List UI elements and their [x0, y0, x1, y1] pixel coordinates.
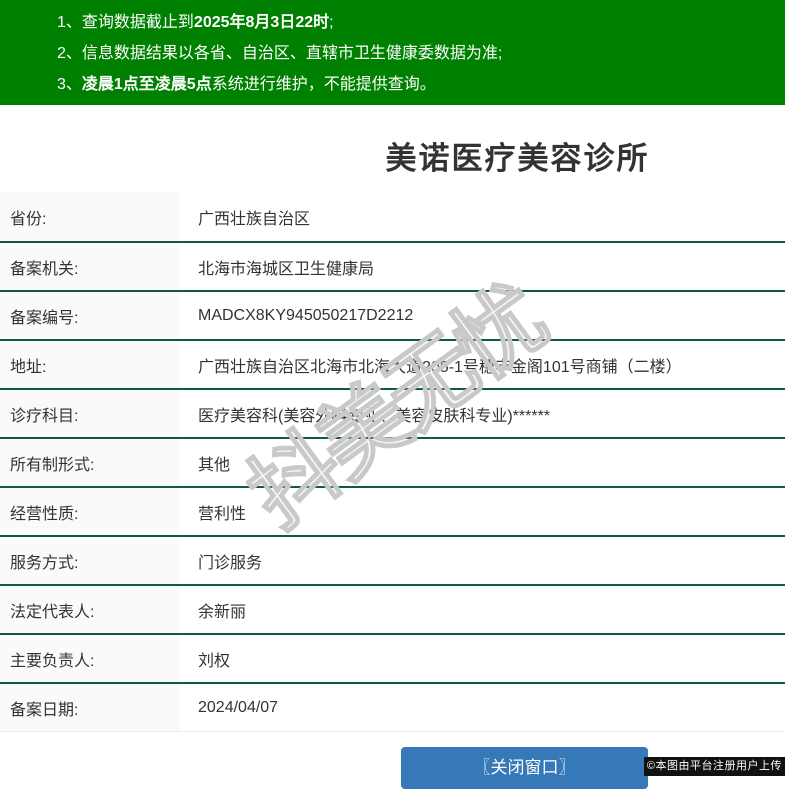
notice-pre-text: 查询数据截止到: [81, 14, 194, 31]
table-row: 地址: 广西壮族自治区北海市北海大道205-1号穗丰金阁101号商铺（二楼）: [0, 339, 785, 388]
table-row: 法定代表人: 余新丽: [0, 584, 785, 633]
row-value: 广西壮族自治区: [180, 192, 785, 241]
row-label: 省份:: [0, 192, 180, 241]
row-value: 门诊服务: [180, 537, 785, 584]
row-label: 服务方式:: [0, 537, 180, 584]
notice-num-text: 1、: [57, 14, 82, 31]
notice-bold-text: 2025年8月3日22时: [193, 14, 330, 31]
table-row: 备案编号: MADCX8KY945050217D2212: [0, 290, 785, 339]
notice-num-text: 3、: [57, 76, 82, 93]
row-value: 2024/04/07: [180, 684, 785, 731]
row-value: MADCX8KY945050217D2212: [180, 292, 785, 339]
uploader-badge: ©本图由平台注册用户上传: [643, 757, 785, 776]
row-label: 备案编号:: [0, 292, 180, 339]
row-value: 北海市海城区卫生健康局: [180, 243, 785, 290]
row-label: 诊疗科目:: [0, 390, 180, 437]
table-row: 经营性质: 营利性: [0, 486, 785, 535]
notice-num-text: 2、: [57, 45, 82, 62]
row-label: 法定代表人:: [0, 586, 180, 633]
notice-post-text: ;: [329, 14, 334, 31]
notice-post-text: 系统进行维护，不能提供查询。: [211, 76, 436, 93]
row-label: 主要负责人:: [0, 635, 180, 682]
row-label: 备案机关:: [0, 243, 180, 290]
table-row: 备案日期: 2024/04/07: [0, 682, 785, 731]
table-row: 所有制形式: 其他: [0, 437, 785, 486]
row-label: 备案日期:: [0, 684, 180, 731]
row-value: 其他: [180, 439, 785, 486]
row-value: 刘权: [180, 635, 785, 682]
notice-bold-text: 凌晨1点至凌晨5点: [81, 76, 212, 93]
notice-bar: 1、查询数据截止到2025年8月3日22时; 2、信息数据结果以各省、自治区、直辖…: [0, 0, 785, 105]
notice-pre-text: 信息数据结果以各省、自治区、直辖市卫生健康委数据为准;: [81, 45, 503, 62]
table-row: 备案机关: 北海市海城区卫生健康局: [0, 241, 785, 290]
row-label: 所有制形式:: [0, 439, 180, 486]
notice-line: 3、凌晨1点至凌晨5点系统进行维护，不能提供查询。: [57, 69, 775, 100]
row-label: 地址:: [0, 341, 180, 388]
row-value: 广西壮族自治区北海市北海大道205-1号穗丰金阁101号商铺（二楼）: [180, 341, 785, 388]
table-row: 服务方式: 门诊服务: [0, 535, 785, 584]
row-value: 营利性: [180, 488, 785, 535]
notice-line: 2、信息数据结果以各省、自治区、直辖市卫生健康委数据为准;: [57, 38, 775, 69]
table-row: 主要负责人: 刘权: [0, 633, 785, 682]
row-label: 经营性质:: [0, 488, 180, 535]
page-title: 美诺医疗美容诊所: [385, 141, 650, 176]
registration-info-table: 省份: 广西壮族自治区 备案机关: 北海市海城区卫生健康局 备案编号: MADCX8KY9…: [0, 192, 785, 732]
notice-line: 1、查询数据截止到2025年8月3日22时;: [57, 7, 775, 38]
row-value: 余新丽: [180, 586, 785, 633]
close-window-button[interactable]: 〖关闭窗口〗: [401, 747, 648, 789]
table-row: 省份: 广西壮族自治区: [0, 192, 785, 241]
table-row: 诊疗科目: 医疗美容科(美容外科专业、美容皮肤科专业)******: [0, 388, 785, 437]
row-value: 医疗美容科(美容外科专业、美容皮肤科专业)******: [180, 390, 785, 437]
